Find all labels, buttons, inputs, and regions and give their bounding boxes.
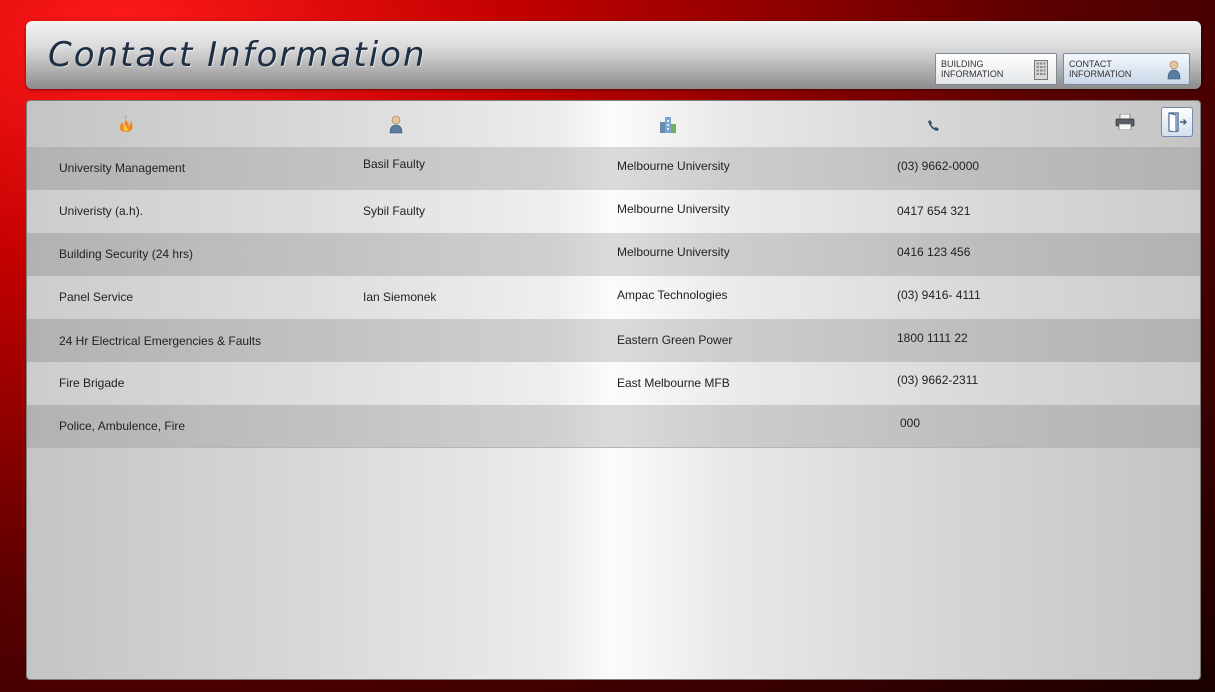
table-row[interactable]: Panel Service Ian Siemonek Ampac Technol… <box>27 276 1200 319</box>
service-cell: Fire Brigade <box>59 376 125 390</box>
phone-cell: (03) 9416- 4111 <box>897 288 981 302</box>
table-row[interactable]: Police, Ambulence, Fire 000 <box>27 405 1200 448</box>
exit-door-icon <box>1168 112 1188 137</box>
service-cell: 24 Hr Electrical Emergencies & Faults <box>59 334 262 348</box>
contacts-panel: University Management Basil Faulty Melbo… <box>26 100 1201 680</box>
phone-cell: 0416 123 456 <box>897 245 971 259</box>
page-title: Contact Information <box>48 35 427 75</box>
contact-cell: Ian Siemonek <box>363 290 437 304</box>
table-row[interactable]: Fire Brigade East Melbourne MFB (03) 966… <box>27 362 1200 405</box>
service-cell: Building Security (24 hrs) <box>59 247 194 261</box>
service-cell: Police, Ambulence, Fire <box>59 419 186 433</box>
person-icon <box>1167 60 1181 85</box>
table-header <box>27 101 1200 147</box>
organisation-cell: Melbourne University <box>617 245 730 259</box>
contact-cell: Basil Faulty <box>363 157 426 171</box>
building-icon <box>1034 60 1048 85</box>
service-cell: Univeristy (a.h). <box>59 204 144 218</box>
organisation-cell: Melbourne University <box>617 159 730 173</box>
phone-cell: (03) 9662-0000 <box>897 159 980 173</box>
building-information-label: BUILDING INFORMATION <box>941 59 1004 79</box>
table-row[interactable]: Building Security (24 hrs) Melbourne Uni… <box>27 233 1200 276</box>
phone-icon <box>928 118 939 136</box>
organisation-cell: Melbourne University <box>617 202 730 216</box>
phone-cell: (03) 9662-2311 <box>897 373 979 387</box>
building-information-button[interactable]: BUILDING INFORMATION <box>935 53 1057 85</box>
phone-cell: 000 <box>900 416 921 430</box>
fire-icon <box>119 115 133 138</box>
person-icon <box>389 115 403 139</box>
phone-cell: 1800 1111 22 <box>897 331 968 345</box>
exit-button[interactable] <box>1161 107 1193 137</box>
organisation-cell: Ampac Technologies <box>617 288 728 302</box>
header-bar: Contact Information BUILDING INFORMATION… <box>26 21 1201 89</box>
printer-icon[interactable] <box>1115 113 1135 135</box>
contact-cell: Sybil Faulty <box>363 204 426 218</box>
contact-information-label: CONTACT INFORMATION <box>1069 59 1132 79</box>
organisation-cell: Eastern Green Power <box>617 333 733 347</box>
service-cell: University Management <box>59 161 186 175</box>
table-row[interactable]: 24 Hr Electrical Emergencies & Faults Ea… <box>27 319 1200 362</box>
contact-information-button[interactable]: CONTACT INFORMATION <box>1063 53 1190 85</box>
buildings-icon <box>660 115 676 138</box>
table-row[interactable]: University Management Basil Faulty Melbo… <box>27 147 1200 190</box>
service-cell: Panel Service <box>59 290 134 304</box>
table-row[interactable]: Univeristy (a.h). Sybil Faulty Melbourne… <box>27 190 1200 233</box>
organisation-cell: East Melbourne MFB <box>617 376 730 390</box>
phone-cell: 0417 654 321 <box>897 204 971 218</box>
